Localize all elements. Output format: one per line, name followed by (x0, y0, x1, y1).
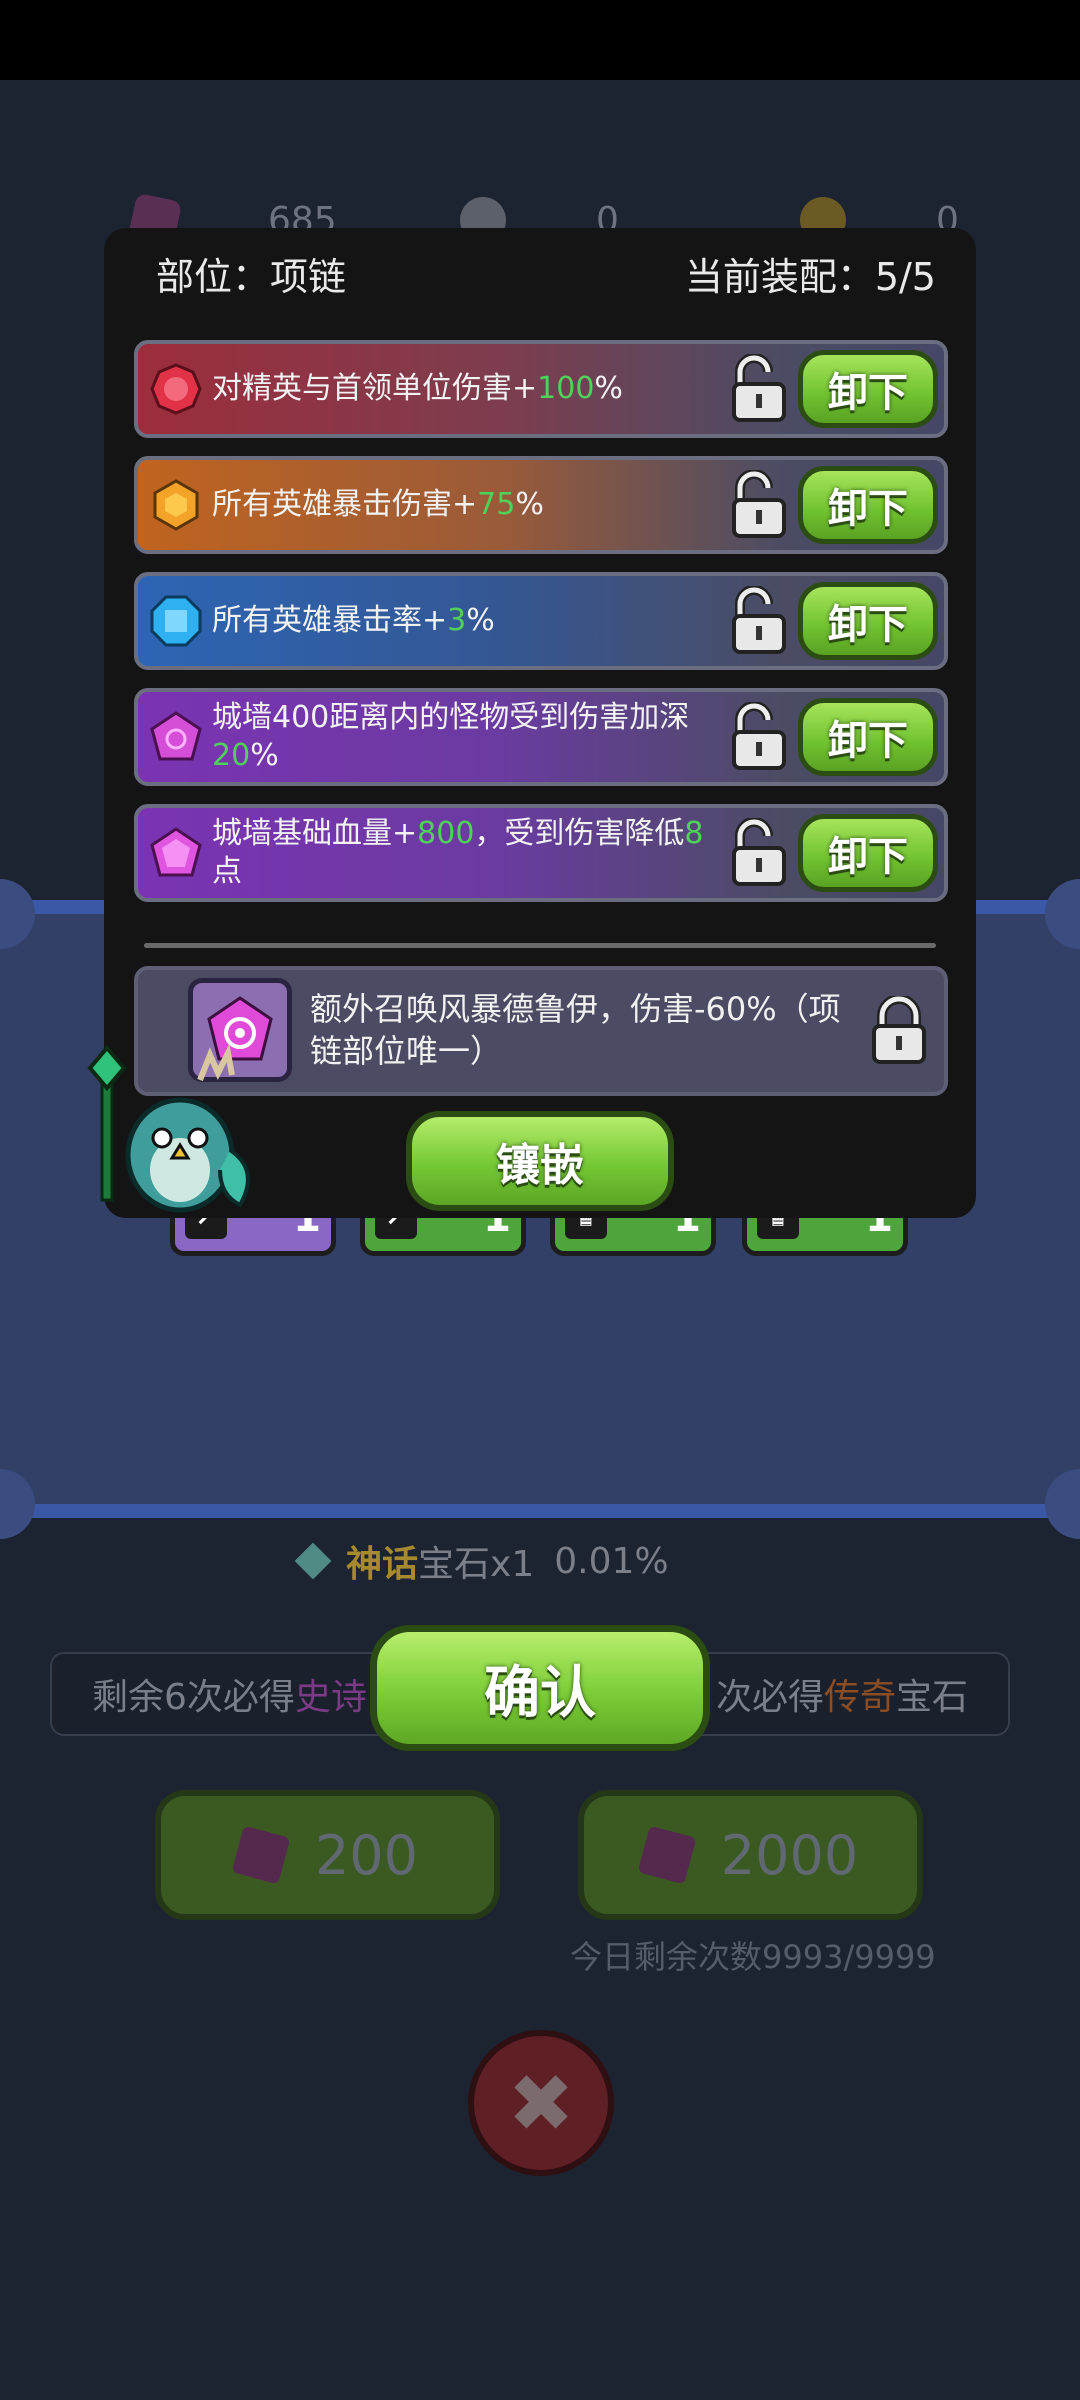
equipped-gem-row: 所有英雄暴击率+3% 卸下 (134, 572, 948, 670)
storm-druid-character (87, 1043, 250, 1213)
gem-effect-text: 所有英雄暴击伤害+75% (212, 487, 544, 522)
drop-rate-row: 神话 宝石x1 0.01% (294, 1535, 669, 1587)
locked-padlock-icon[interactable] (868, 996, 930, 1066)
amethyst-gem-icon (150, 711, 202, 763)
draw-ten-button[interactable]: 2000 (578, 1790, 923, 1920)
gem-icon (231, 1825, 291, 1885)
close-button[interactable]: ✖ (468, 2030, 614, 2176)
divider (144, 943, 936, 948)
equipped-gem-row: 城墙基础血量+800，受到伤害降低8点 卸下 (134, 804, 948, 902)
rate-value: 0.01% (554, 1540, 669, 1582)
pity-left: 剩余6次必得史诗 (92, 1677, 367, 1718)
equipped-gem-row: 所有英雄暴击伤害+75% 卸下 (134, 456, 948, 554)
unlocked-padlock-icon[interactable] (728, 702, 790, 772)
equipped-gem-row: 对精英与首领单位伤害+100% 卸下 (134, 340, 948, 438)
modal-header: 部位：项链 当前装配：5/5 (156, 246, 936, 301)
draw-one-cost: 200 (314, 1823, 419, 1887)
pink-gem-icon (150, 827, 202, 879)
status-bar (0, 0, 1080, 80)
unlocked-padlock-icon[interactable] (728, 586, 790, 656)
remaining-today: 今日剩余次数9993/9999 (570, 1938, 936, 1976)
unload-button[interactable]: 卸下 (798, 350, 938, 428)
unload-button[interactable]: 卸下 (798, 698, 938, 776)
gem-effect-text: 所有英雄暴击率+3% (212, 603, 495, 638)
draw-one-button[interactable]: 200 (155, 1790, 500, 1920)
gem-effect-text: 城墙基础血量+800，受到伤害降低8点 (212, 816, 704, 889)
gem-icon (637, 1825, 697, 1885)
amber-gem-icon (150, 479, 202, 531)
special-effect-text: 额外召唤风暴德鲁伊，伤害-60%（项链部位唯一） (310, 990, 841, 1070)
inlay-button[interactable]: 镶嵌 (406, 1111, 674, 1211)
gem-effect-text: 城墙400距离内的怪物受到伤害加深20% (212, 700, 690, 773)
confirm-button[interactable]: 确认 (370, 1625, 710, 1751)
ruby-gem-icon (150, 363, 202, 415)
equipped-gem-row: 城墙400距离内的怪物受到伤害加深20% 卸下 (134, 688, 948, 786)
draw-ten-cost: 2000 (720, 1823, 859, 1887)
unload-button[interactable]: 卸下 (798, 466, 938, 544)
sapphire-gem-icon (150, 595, 202, 647)
unlocked-padlock-icon[interactable] (728, 818, 790, 888)
close-icon: ✖ (507, 2056, 575, 2150)
gem-effect-text: 对精英与首领单位伤害+100% (212, 371, 623, 406)
pity-right: 次必得传奇宝石 (715, 1677, 968, 1718)
equipped-count: 当前装配：5/5 (684, 255, 936, 299)
unlocked-padlock-icon[interactable] (728, 354, 790, 424)
rate-item: 宝石x1 (418, 1544, 535, 1585)
diamond-icon (294, 1542, 332, 1580)
rate-rarity: 神话 (346, 1544, 419, 1585)
unlocked-padlock-icon[interactable] (728, 470, 790, 540)
unload-button[interactable]: 卸下 (798, 582, 938, 660)
unload-button[interactable]: 卸下 (798, 814, 938, 892)
slot-label: 部位：项链 (156, 255, 347, 299)
